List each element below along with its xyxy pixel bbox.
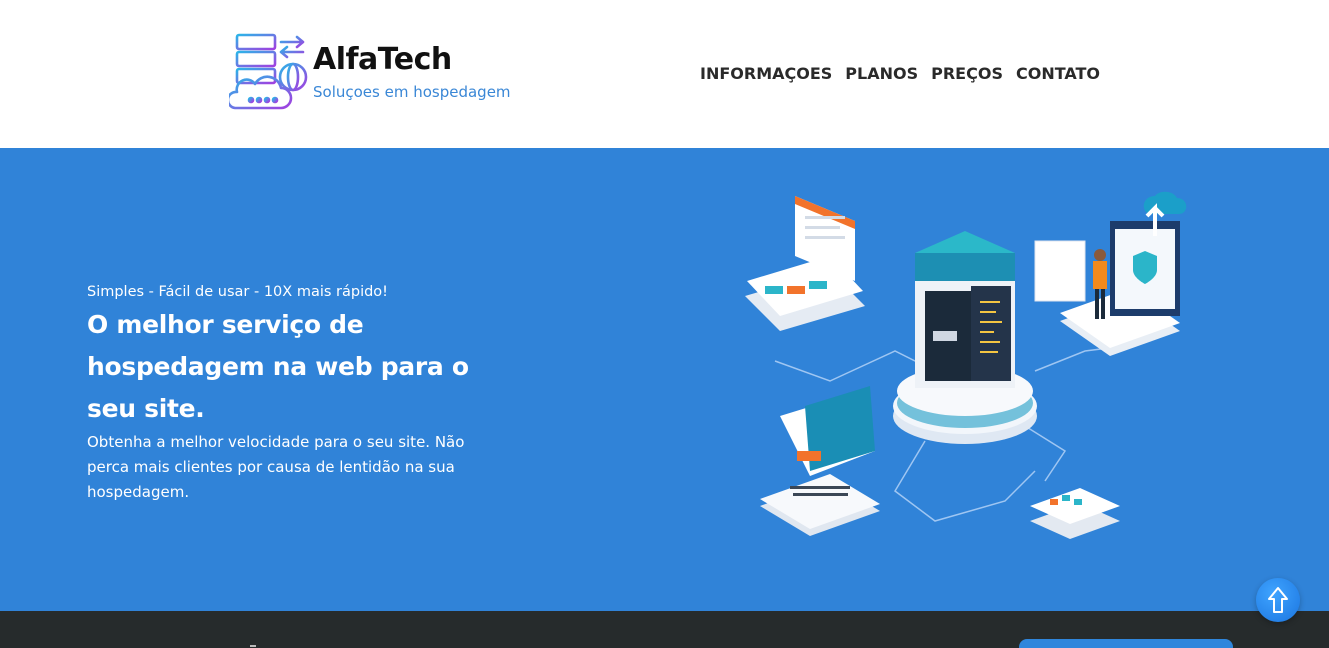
hero-kicker: Simples - Fácil de usar - 10X mais rápid…: [87, 284, 388, 300]
nav-item-informacoes[interactable]: INFORMAÇOES: [700, 64, 832, 83]
logo[interactable]: AlfaTech Soluçoes em hospedagem: [229, 32, 511, 114]
nav-item-contato[interactable]: CONTATO: [1016, 64, 1100, 83]
brand-tagline: Soluçoes em hospedagem: [313, 83, 511, 101]
footer-marker: [250, 645, 256, 647]
server-cloud-globe-icon: [229, 33, 308, 110]
brand-text: AlfaTech Soluçoes em hospedagem: [313, 42, 511, 101]
hero-headline: O melhor serviço de hospedagem na web pa…: [87, 310, 469, 423]
server-icon: [893, 231, 1037, 444]
hero-section: Simples - Fácil de usar - 10X mais rápid…: [0, 148, 1329, 611]
server-network-illustration: [745, 191, 1187, 539]
footer-action-button[interactable]: [1019, 639, 1233, 648]
footer-bar: [0, 611, 1329, 648]
main-nav: INFORMAÇOES PLANOS PREÇOS CONTATO: [700, 64, 1100, 83]
hero-subtext: Obtenha a melhor velocidade para o seu s…: [87, 433, 465, 501]
hero-text: Simples - Fácil de usar - 10X mais rápid…: [87, 282, 507, 505]
site-header: AlfaTech Soluçoes em hospedagem INFORMAÇ…: [0, 0, 1329, 148]
brand-name: AlfaTech: [313, 42, 452, 77]
nav-item-precos[interactable]: PREÇOS: [931, 64, 1003, 83]
arrow-up-icon: [1268, 587, 1288, 613]
nav-item-planos[interactable]: PLANOS: [845, 64, 918, 83]
scroll-top-button[interactable]: [1256, 578, 1300, 622]
